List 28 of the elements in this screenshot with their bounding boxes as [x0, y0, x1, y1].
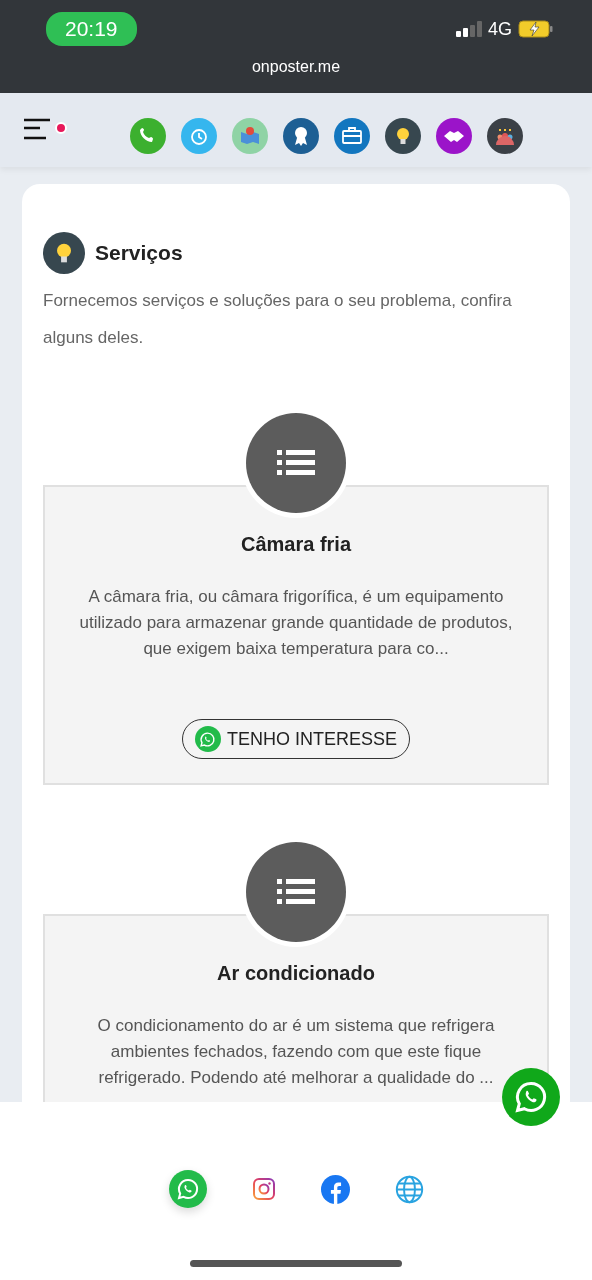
clock-time: 20:19: [46, 12, 137, 46]
battery-charging-icon: [518, 20, 554, 38]
list-icon: [277, 879, 315, 905]
facebook-icon[interactable]: [320, 1174, 350, 1204]
instagram-icon[interactable]: [251, 1177, 276, 1201]
lightbulb-icon: [43, 232, 85, 274]
service-title: Câmara fria: [240, 533, 352, 556]
address-url[interactable]: onposter.me: [251, 58, 341, 76]
briefcase-icon[interactable]: [334, 118, 370, 154]
whatsapp-icon: [195, 726, 221, 752]
section-title: Serviços: [95, 241, 183, 265]
award-icon[interactable]: [283, 118, 319, 154]
globe-icon[interactable]: [394, 1174, 424, 1204]
whatsapp-icon: [175, 1177, 200, 1201]
service-description: A câmara fria, ou câmara frigorífica, é um equipamento utilizado para armazenar grande quantidade de produtos, que exigem baixa temperatura para co...: [78, 586, 514, 660]
whatsapp-float-button[interactable]: [502, 1068, 560, 1126]
bulb-icon[interactable]: [385, 118, 421, 154]
network-label: 4G: [488, 18, 512, 40]
whatsapp-button[interactable]: [168, 1170, 207, 1208]
signal-icon: [456, 21, 482, 37]
map-icon[interactable]: [232, 118, 268, 154]
phone-icon[interactable]: [130, 118, 166, 154]
whatsapp-icon: [513, 1079, 549, 1115]
section-description: Fornecemos serviços e soluções para o seu problema, confira alguns deles.: [43, 290, 513, 349]
menu-icon[interactable]: [22, 118, 68, 142]
list-icon: [277, 450, 315, 476]
service-description: O condicionamento do ar é um sistema que refrigera ambientes fechados, fazendo com que este fique refrigerado. Podendo até melhorar a qualidade do ...: [96, 1015, 496, 1089]
service-title: Ar condicionado: [217, 962, 375, 985]
